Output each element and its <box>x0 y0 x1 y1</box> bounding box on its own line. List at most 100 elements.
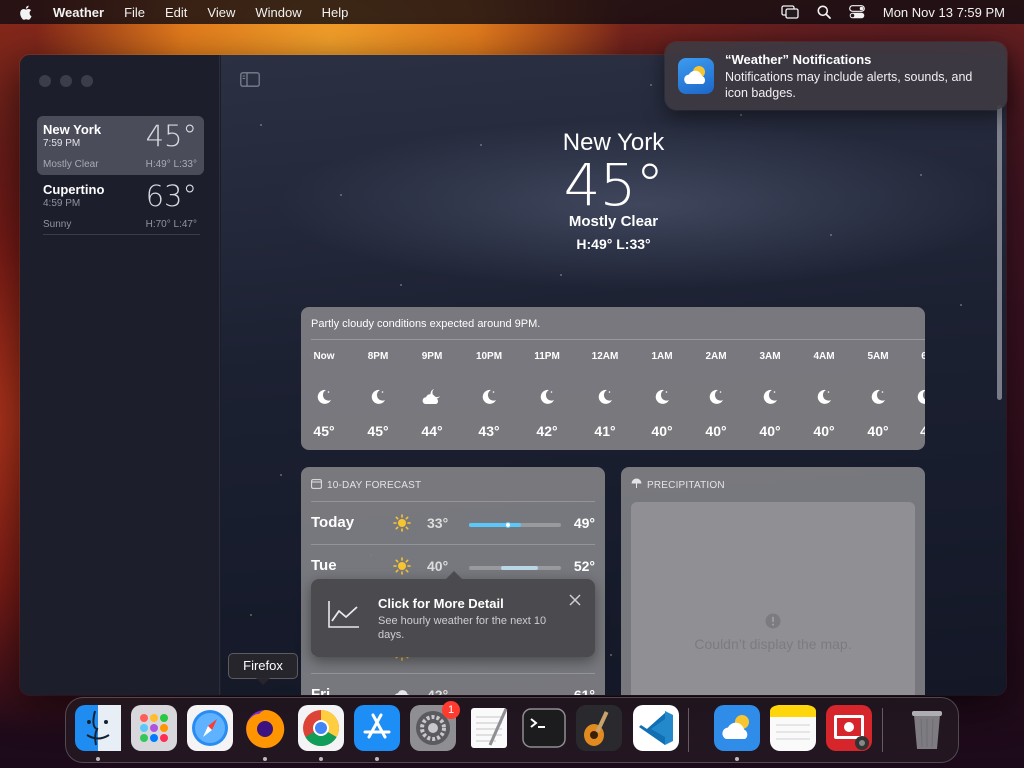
dock-item-textedit[interactable] <box>466 705 512 751</box>
dock-item-launchpad[interactable] <box>131 705 177 751</box>
apple-logo-icon[interactable] <box>19 4 33 20</box>
city-condition: Sunny <box>43 219 72 230</box>
hour-label: 10PM <box>475 351 503 362</box>
dock-divider <box>882 708 883 752</box>
precipitation-title: PRECIPITATION <box>631 478 725 492</box>
hour-label: 2AM <box>705 351 727 362</box>
dock-tooltip: Firefox <box>228 653 298 685</box>
hourly-item: 8PM 45° <box>353 351 403 439</box>
hourly-item: 3AM 40° <box>745 351 795 439</box>
weather-window: New York 7:59 PM 45° Mostly Clear H:49° … <box>20 55 1006 695</box>
hour-label: 1AM <box>651 351 673 362</box>
menu-bar: Weather File Edit View Window Help Mon N… <box>0 0 1024 24</box>
photo-booth-icon <box>826 705 872 755</box>
dock-item-photo-booth[interactable] <box>826 705 872 751</box>
moon-icon <box>522 379 572 415</box>
screen-mirroring-icon[interactable] <box>781 5 799 19</box>
notes-icon <box>770 705 816 755</box>
exclamation-circle-icon <box>765 613 781 634</box>
moon-icon <box>691 379 741 415</box>
scrollbar[interactable] <box>997 105 1002 400</box>
hourly-item: 11PM 42° <box>522 351 572 439</box>
temperature-range-fill <box>501 566 538 570</box>
menu-view[interactable]: View <box>207 5 235 20</box>
hour-temp: 45° <box>367 423 389 439</box>
dock-item-app-store[interactable] <box>354 705 400 761</box>
hour-temp: 40° <box>651 423 673 439</box>
hourly-item: 4AM 40° <box>799 351 849 439</box>
window-controls <box>39 75 93 87</box>
dock-item-trash[interactable] <box>904 705 950 751</box>
menu-help[interactable]: Help <box>322 5 349 20</box>
dock-item-weather[interactable] <box>714 705 760 761</box>
more-detail-tip[interactable]: Click for More Detail See hourly weather… <box>311 571 595 657</box>
hour-temp: 4 <box>920 423 925 439</box>
ten-day-title: 10-DAY FORECAST <box>311 478 421 492</box>
hour-temp: 45° <box>313 423 335 439</box>
city-high-low: H:70° L:47° <box>145 219 197 230</box>
precipitation-card[interactable]: PRECIPITATION Couldn’t display the map. <box>621 467 925 695</box>
garageband-icon <box>576 705 622 755</box>
dock-item-notes[interactable] <box>770 705 816 751</box>
dock-item-chrome[interactable] <box>298 705 344 761</box>
notification-title: “Weather” Notifications <box>725 52 872 67</box>
finder-icon <box>75 705 121 755</box>
menu-edit[interactable]: Edit <box>165 5 187 20</box>
menu-clock[interactable]: Mon Nov 13 7:59 PM <box>883 5 1005 20</box>
umbrella-icon <box>631 478 642 492</box>
app-store-icon <box>354 705 400 755</box>
trash-icon <box>904 711 950 755</box>
dock-item-firefox[interactable] <box>242 705 288 761</box>
forecast-day-name: Tue <box>311 557 337 574</box>
hero-high-low: H:49° L:33° <box>576 236 651 252</box>
forecast-day-row[interactable]: Today 33° 49° <box>311 502 595 545</box>
moon-icon <box>637 379 687 415</box>
temperature-range-fill <box>469 523 522 527</box>
textedit-icon <box>466 708 512 755</box>
forecast-high: 52° <box>573 558 595 574</box>
temperature-range-bar <box>469 566 561 570</box>
hour-label: 11PM <box>534 351 560 362</box>
main-weather-panel: New York 45° Mostly Clear H:49° L:33° Pa… <box>221 55 1006 695</box>
forecast-day-name: Fri <box>311 686 331 695</box>
minimize-window-button[interactable] <box>60 75 72 87</box>
city-item-cupertino[interactable]: Cupertino 4:59 PM 63° Sunny H:70° L:47° <box>37 176 204 235</box>
hourly-forecast-card[interactable]: Partly cloudy conditions expected around… <box>301 307 925 450</box>
ten-day-title-label: 10-DAY FORECAST <box>327 479 422 491</box>
sidebar-toggle-icon[interactable] <box>240 72 260 92</box>
cloud-moon-icon <box>407 379 457 415</box>
close-window-button[interactable] <box>39 75 51 87</box>
control-center-icon[interactable] <box>848 5 865 19</box>
notification-banner[interactable]: “Weather” Notifications Notifications ma… <box>665 42 1007 110</box>
precipitation-map[interactable]: Couldn’t display the map. <box>631 502 915 695</box>
hourly-item: 1AM 40° <box>637 351 687 439</box>
menu-window[interactable]: Window <box>255 5 301 20</box>
running-indicator <box>735 757 739 761</box>
zoom-window-button[interactable] <box>81 75 93 87</box>
firefox-icon <box>242 709 288 755</box>
hour-temp: 40° <box>759 423 781 439</box>
hero-temperature: 45° <box>563 151 665 219</box>
dock-item-finder[interactable] <box>75 705 121 761</box>
sun-icon <box>393 514 411 537</box>
dock-item-garageband[interactable] <box>576 705 622 751</box>
dock-item-vscode[interactable] <box>633 705 679 751</box>
forecast-day-row[interactable]: Fri 42° 61° <box>311 674 595 695</box>
moon-icon <box>464 379 514 415</box>
dock-item-safari[interactable] <box>187 705 233 751</box>
divider <box>311 339 925 340</box>
spotlight-search-icon[interactable] <box>817 5 831 19</box>
moon-icon <box>301 379 349 415</box>
vscode-icon <box>633 705 679 755</box>
precipitation-title-label: PRECIPITATION <box>647 479 725 491</box>
close-icon[interactable] <box>569 593 581 611</box>
hourly-item: 9PM 44° <box>407 351 457 439</box>
dock-item-system-settings[interactable]: 1 <box>410 701 460 751</box>
hour-temp: 41° <box>594 423 616 439</box>
menu-file[interactable]: File <box>124 5 145 20</box>
chrome-icon <box>298 705 344 755</box>
menu-app-name[interactable]: Weather <box>53 5 104 20</box>
city-item-new-york[interactable]: New York 7:59 PM 45° Mostly Clear H:49° … <box>37 116 204 175</box>
hourly-item: 2AM 40° <box>691 351 741 439</box>
dock-item-terminal[interactable] <box>521 705 567 751</box>
